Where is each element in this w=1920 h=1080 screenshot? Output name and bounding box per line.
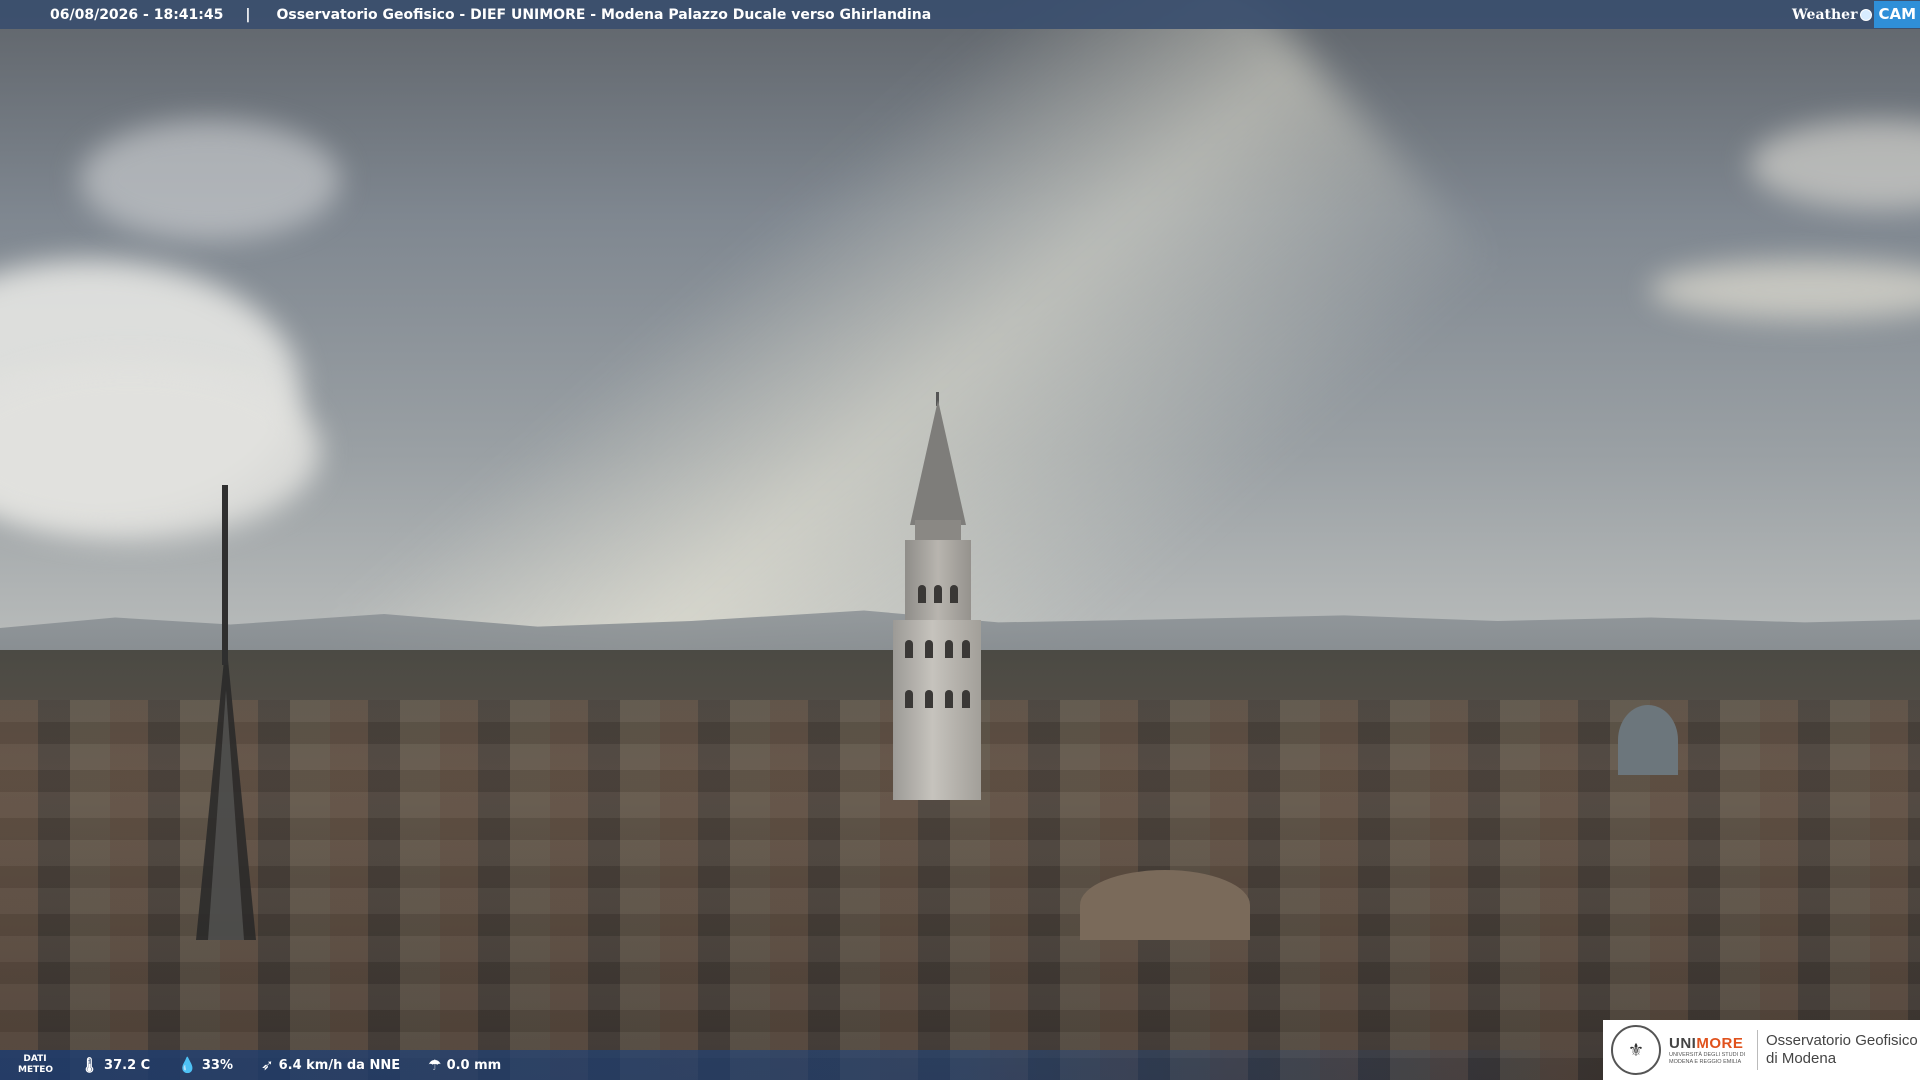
tower-window: [945, 690, 953, 708]
unimore-name: UNIMORE: [1669, 1035, 1749, 1052]
ghirlandina-spire: [910, 400, 966, 525]
weather-label-line1: DATI: [23, 1054, 47, 1064]
humidity-readout: 💧 33%: [178, 1056, 233, 1074]
tower-window: [918, 585, 926, 603]
rain-value: 0.0 mm: [446, 1057, 502, 1073]
globe-icon: [1860, 8, 1873, 21]
cloud: [80, 120, 340, 240]
brand-weather-text: Weather: [1791, 6, 1858, 23]
logo-divider: [1757, 1030, 1758, 1070]
unimore-name-part2: MORE: [1696, 1034, 1744, 1052]
brand-cam-text: CAM: [1874, 1, 1920, 28]
rain-icon: ☂: [428, 1056, 442, 1074]
tower-window: [962, 640, 970, 658]
header-separator: |: [245, 6, 251, 23]
tower-window: [925, 640, 933, 658]
camera-title: Osservatorio Geofisico - DIEF UNIMORE - …: [276, 6, 932, 23]
tower-window: [945, 640, 953, 658]
humidity-value: 33%: [201, 1057, 234, 1073]
temperature-readout: 🌡 37.2 C: [80, 1056, 150, 1074]
wind-readout: ➶ 6.4 km/h da NNE: [261, 1056, 400, 1074]
observatory-name: Osservatorio Geofisico di Modena: [1766, 1032, 1918, 1068]
webcam-header-bar: 06/08/2026 - 18:41:45 | Osservatorio Geo…: [0, 0, 1920, 29]
unimore-name-part1: UNI: [1669, 1034, 1697, 1052]
weather-data-bar: DATI METEO 🌡 37.2 C 💧 33% ➶ 6.4 km/h da …: [0, 1050, 1600, 1080]
antenna-tower-inner: [208, 690, 244, 940]
temperature-value: 37.2 C: [104, 1057, 151, 1073]
weather-data-label: DATI METEO: [18, 1054, 54, 1076]
unimore-subtitle: UNIVERSITÀ DEGLI STUDI DI MODENA E REGGI…: [1669, 1051, 1746, 1065]
observatory-line1: Osservatorio Geofisico: [1766, 1032, 1918, 1049]
tower-window: [905, 690, 913, 708]
webcam-image: [0, 0, 1920, 1080]
tower-window: [950, 585, 958, 603]
weathercam-logo[interactable]: Weather CAM: [1792, 0, 1920, 29]
weather-label-line2: METEO: [18, 1065, 54, 1075]
antenna-mast: [222, 485, 228, 665]
wind-icon: ➶: [261, 1056, 274, 1074]
tower-window: [925, 690, 933, 708]
unimore-wordmark: UNIMORE UNIVERSITÀ DEGLI STUDI DI MODENA…: [1669, 1035, 1749, 1066]
tower-window: [905, 640, 913, 658]
university-seal-icon: ⚜: [1611, 1025, 1661, 1075]
timestamp: 06/08/2026 - 18:41:45: [50, 6, 224, 23]
thermometer-icon: 🌡: [80, 1056, 100, 1074]
church-dome: [1618, 705, 1678, 775]
wind-value: 6.4 km/h da NNE: [278, 1057, 401, 1073]
unimore-logo[interactable]: ⚜ UNIMORE UNIVERSITÀ DEGLI STUDI DI MODE…: [1603, 1020, 1920, 1080]
rain-readout: ☂ 0.0 mm: [428, 1056, 501, 1074]
ghirlandina-upper: [905, 540, 971, 625]
tower-window: [934, 585, 942, 603]
tower-window: [962, 690, 970, 708]
observatory-line2: di Modena: [1766, 1050, 1837, 1067]
rotunda-roof: [1080, 870, 1250, 940]
water-drop-icon: 💧: [178, 1056, 197, 1074]
